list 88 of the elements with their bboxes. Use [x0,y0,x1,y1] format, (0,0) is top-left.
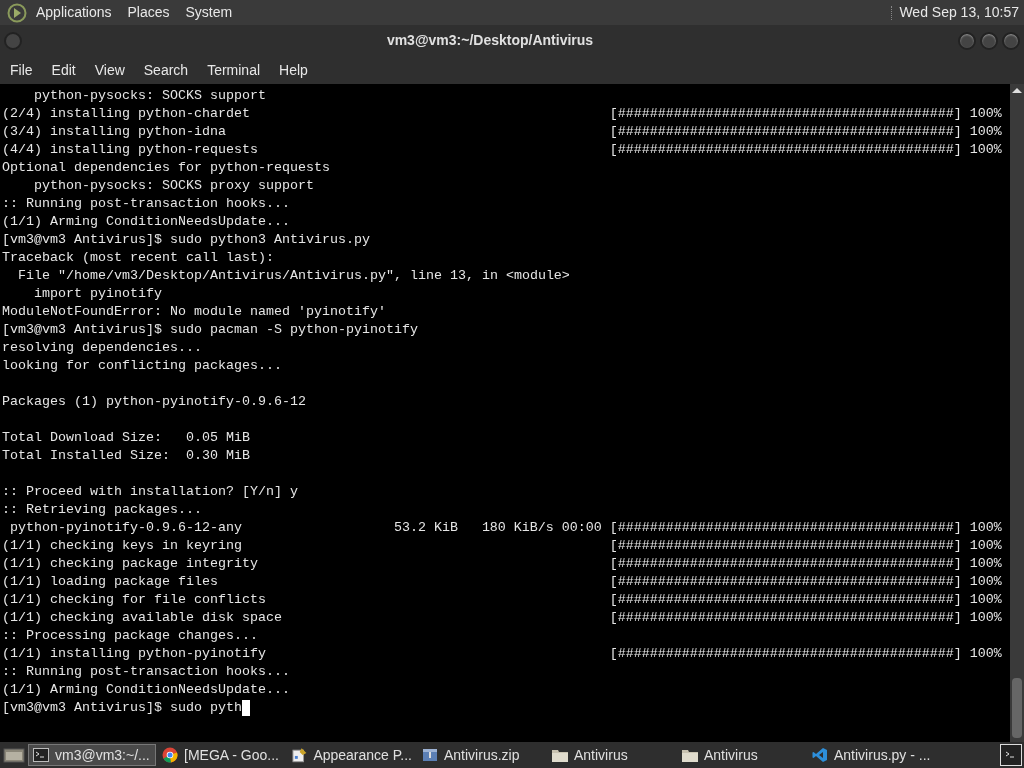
progress-bar-text: [##########################################] [609,123,962,141]
percent-text: 100% [969,519,1002,537]
progress-bar-text: [##########################################] [609,591,962,609]
folder-icon [552,748,568,762]
menu-item[interactable]: File [3,59,40,81]
terminal-line: ModuleNotFoundError: No module named 'pyinotify' [2,303,386,321]
terminal-line: Total Installed Size: 0.30 MiB [2,447,250,465]
terminal-line: (1/1) installing python-pyinotify [2,645,266,663]
terminal-line: File "/home/vm3/Desktop/Antivirus/Antivirus.py", line 13, in <module> [17,267,570,285]
progress-bar-text: [##########################################] [609,519,962,537]
taskbar-button[interactable]: Antivirus [678,744,806,766]
progress-bar-text: [##########################################] [609,609,962,627]
taskbar-button[interactable]: vm3@vm3:~/... [28,744,156,766]
scroll-thumb[interactable] [1012,678,1022,738]
paintbrush-icon [292,747,308,763]
progress-bar-text: [##########################################] [609,105,962,123]
terminal-line: (1/1) checking package integrity [2,555,258,573]
terminal-icon [33,748,49,762]
terminal-line: [vm3@vm3 Antivirus]$ sudo python3 Antivirus.py [2,231,370,249]
menu-item[interactable]: Edit [44,59,83,81]
minimize-button[interactable] [958,31,976,50]
terminal-line: (2/4) installing python-chardet [2,105,250,123]
scroll-up-icon[interactable] [1012,88,1022,93]
terminal-line: [vm3@vm3 Antivirus]$ sudo pyth [2,699,242,717]
taskbar-button[interactable]: Appearance P... [288,744,416,766]
taskbar-button[interactable]: Antivirus.zip [418,744,546,766]
maximize-button[interactable] [980,31,998,50]
percent-text: 100% [969,537,1002,555]
terminal-icon[interactable] [1000,744,1022,766]
terminal-line: (1/1) checking available disk space [2,609,282,627]
progress-bar-text: [##########################################] [609,645,962,663]
terminal-line: [vm3@vm3 Antivirus]$ sudo pacman -S python-pyinotify [2,321,418,339]
terminal-line: Packages (1) python-pyinotify-0.9.6-12 [2,393,306,411]
show-desktop-icon[interactable] [2,746,26,764]
progress-bar-text: [##########################################] [609,573,962,591]
terminal-line: (1/1) loading package files [2,573,218,591]
download-size: 53.2 KiB [393,519,458,537]
percent-text: 100% [969,591,1002,609]
percent-text: 100% [969,141,1002,159]
terminal-line: (1/1) Arming ConditionNeedsUpdate... [2,213,290,231]
menu-item[interactable]: View [87,59,132,81]
terminal-line: (4/4) installing python-requests [2,141,258,159]
panel-menu[interactable]: Applications [34,2,114,23]
progress-bar-text: [##########################################] [609,555,962,573]
terminal-line: (1/1) Arming ConditionNeedsUpdate... [2,681,290,699]
percent-text: 100% [969,123,1002,141]
menu-item[interactable]: Terminal [200,59,268,81]
taskbar-button[interactable]: Antivirus.py - ... [808,744,936,766]
percent-text: 100% [969,609,1002,627]
progress-bar-text: [##########################################] [609,537,962,555]
percent-text: 100% [969,645,1002,663]
download-rate: 180 KiB/s 00:00 [481,519,602,537]
window-title: vm3@vm3:~/Desktop/Antivirus [385,31,595,50]
percent-text: 100% [969,555,1002,573]
terminal-line: (3/4) installing python-idna [2,123,226,141]
terminal-line: Traceback (most recent call last): [2,249,274,267]
terminal-line: :: Running post-transaction hooks... [2,195,290,213]
terminal-line: resolving dependencies... [2,339,202,357]
percent-text: 100% [969,573,1002,591]
terminal-line: python-pysocks: SOCKS support [33,87,266,105]
terminal-line: :: Running post-transaction hooks... [2,663,290,681]
archive-icon [422,747,438,763]
terminal-line: Total Download Size: 0.05 MiB [2,429,250,447]
terminal-line: :: Retrieving packages... [2,501,202,519]
folder-icon [682,748,698,762]
browser-icon [162,747,178,763]
terminal-line: (1/1) checking for file conflicts [2,591,266,609]
taskbar-button[interactable]: [MEGA - Goo... [158,744,286,766]
terminal-line: :: Proceed with installation? [Y/n] y [2,483,298,501]
panel-menu[interactable]: Places [125,2,172,23]
clock[interactable]: Wed Sep 13, 10:57 [899,2,1019,23]
menu-item[interactable]: Help [272,59,315,81]
progress-bar-text: [##########################################] [609,141,962,159]
terminal-line: (1/1) checking keys in keyring [2,537,242,555]
terminal-line: looking for conflicting packages... [2,357,282,375]
terminal-line: Optional dependencies for python-requests [2,159,330,177]
logo-icon[interactable] [6,2,28,23]
percent-text: 100% [969,105,1002,123]
scrollbar[interactable] [1010,84,1024,742]
terminal-line: import pyinotify [33,285,162,303]
terminal-line: :: Processing package changes... [2,627,258,645]
terminal-line: python-pysocks: SOCKS proxy support [33,177,314,195]
terminal-line: python-pyinotify-0.9.6-12-any [9,519,242,537]
taskbar-button[interactable]: Antivirus [548,744,676,766]
panel-menu[interactable]: System [183,2,235,23]
code-editor-icon [812,747,828,763]
menu-item[interactable]: Search [136,59,196,81]
close-button[interactable] [1002,31,1020,50]
